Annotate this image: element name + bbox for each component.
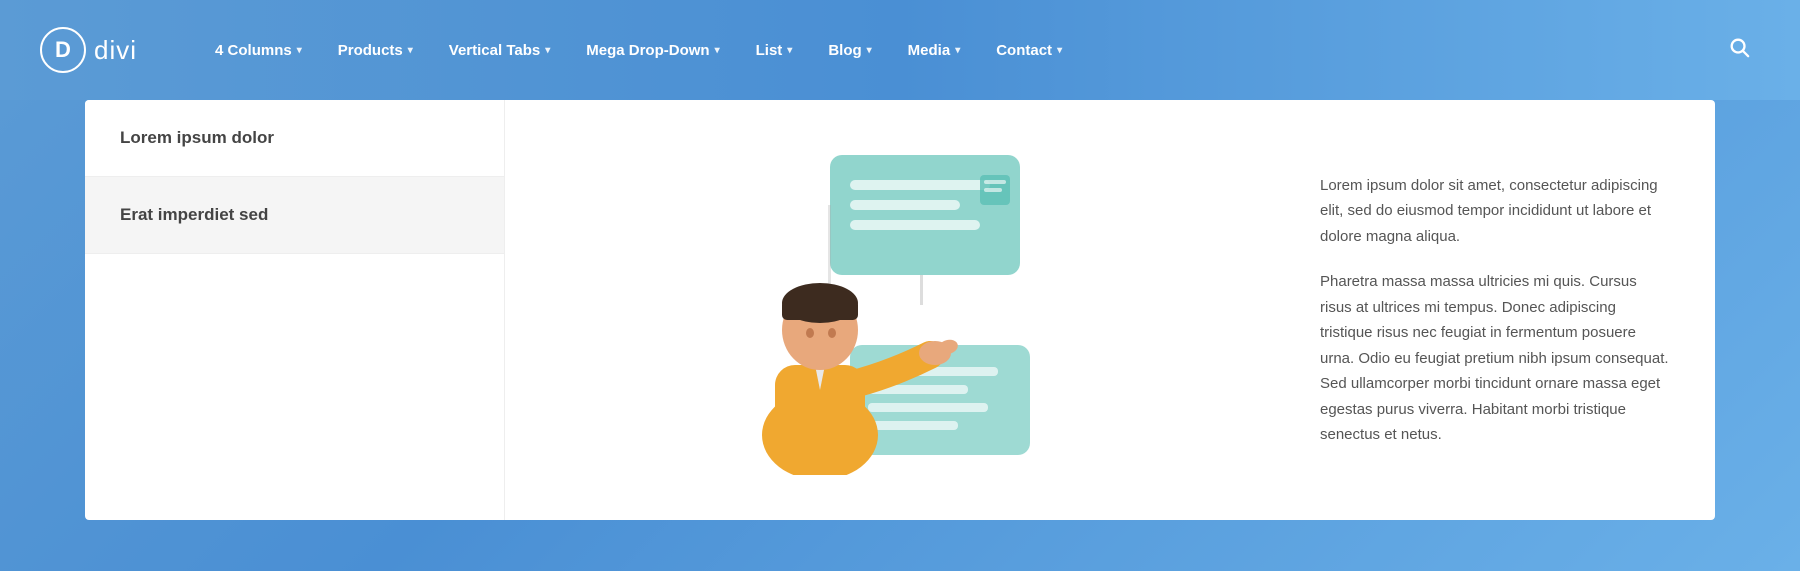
main-content: Lorem ipsum dolor Erat imperdiet sed [0,100,1800,520]
search-icon[interactable] [1718,26,1760,74]
nav-item-label: List [756,42,783,59]
chevron-down-icon: ▾ [787,45,792,56]
logo-icon: D [40,27,86,73]
nav-item-label: Products [338,42,403,59]
nav-item-blog[interactable]: Blog ▾ [810,32,889,69]
paragraph-2: Pharetra massa massa ultricies mi quis. … [1320,269,1670,448]
paragraph-1: Lorem ipsum dolor sit amet, consectetur … [1320,173,1670,250]
chevron-down-icon: ▾ [297,45,302,56]
header: D divi 4 Columns ▾Products ▾Vertical Tab… [0,0,1800,100]
nav-item-list[interactable]: List ▾ [738,32,811,69]
illustration-area [505,100,1275,520]
chevron-down-icon: ▾ [545,45,550,56]
sidebar-item-lorem[interactable]: Lorem ipsum dolor [85,100,504,177]
text-area: Lorem ipsum dolor sit amet, consectetur … [1275,100,1715,520]
chevron-down-icon: ▾ [1057,45,1062,56]
sidebar-item-erat[interactable]: Erat imperdiet sed [85,177,504,254]
illustration-svg [720,145,1060,475]
nav-item-contact[interactable]: Contact ▾ [978,32,1080,69]
nav-item-products[interactable]: Products ▾ [320,32,431,69]
nav-item-label: Vertical Tabs [449,42,540,59]
nav-item-vertical-tabs[interactable]: Vertical Tabs ▾ [431,32,568,69]
nav-item-label: Media [908,42,951,59]
logo-text: divi [94,35,137,66]
chevron-down-icon: ▾ [408,45,413,56]
nav-item-4-columns[interactable]: 4 Columns ▾ [197,32,320,69]
content-card: Lorem ipsum dolor Erat imperdiet sed [85,100,1715,520]
nav-item-label: 4 Columns [215,42,292,59]
chevron-down-icon: ▾ [867,45,872,56]
nav-item-label: Blog [828,42,861,59]
chevron-down-icon: ▾ [715,45,720,56]
nav-item-mega-drop-down[interactable]: Mega Drop-Down ▾ [568,32,737,69]
nav-item-label: Contact [996,42,1052,59]
sidebar: Lorem ipsum dolor Erat imperdiet sed [85,100,505,520]
nav-item-label: Mega Drop-Down [586,42,709,59]
main-nav: 4 Columns ▾Products ▾Vertical Tabs ▾Mega… [197,32,1718,69]
chevron-down-icon: ▾ [955,45,960,56]
logo[interactable]: D divi [40,27,137,73]
nav-item-media[interactable]: Media ▾ [890,32,979,69]
